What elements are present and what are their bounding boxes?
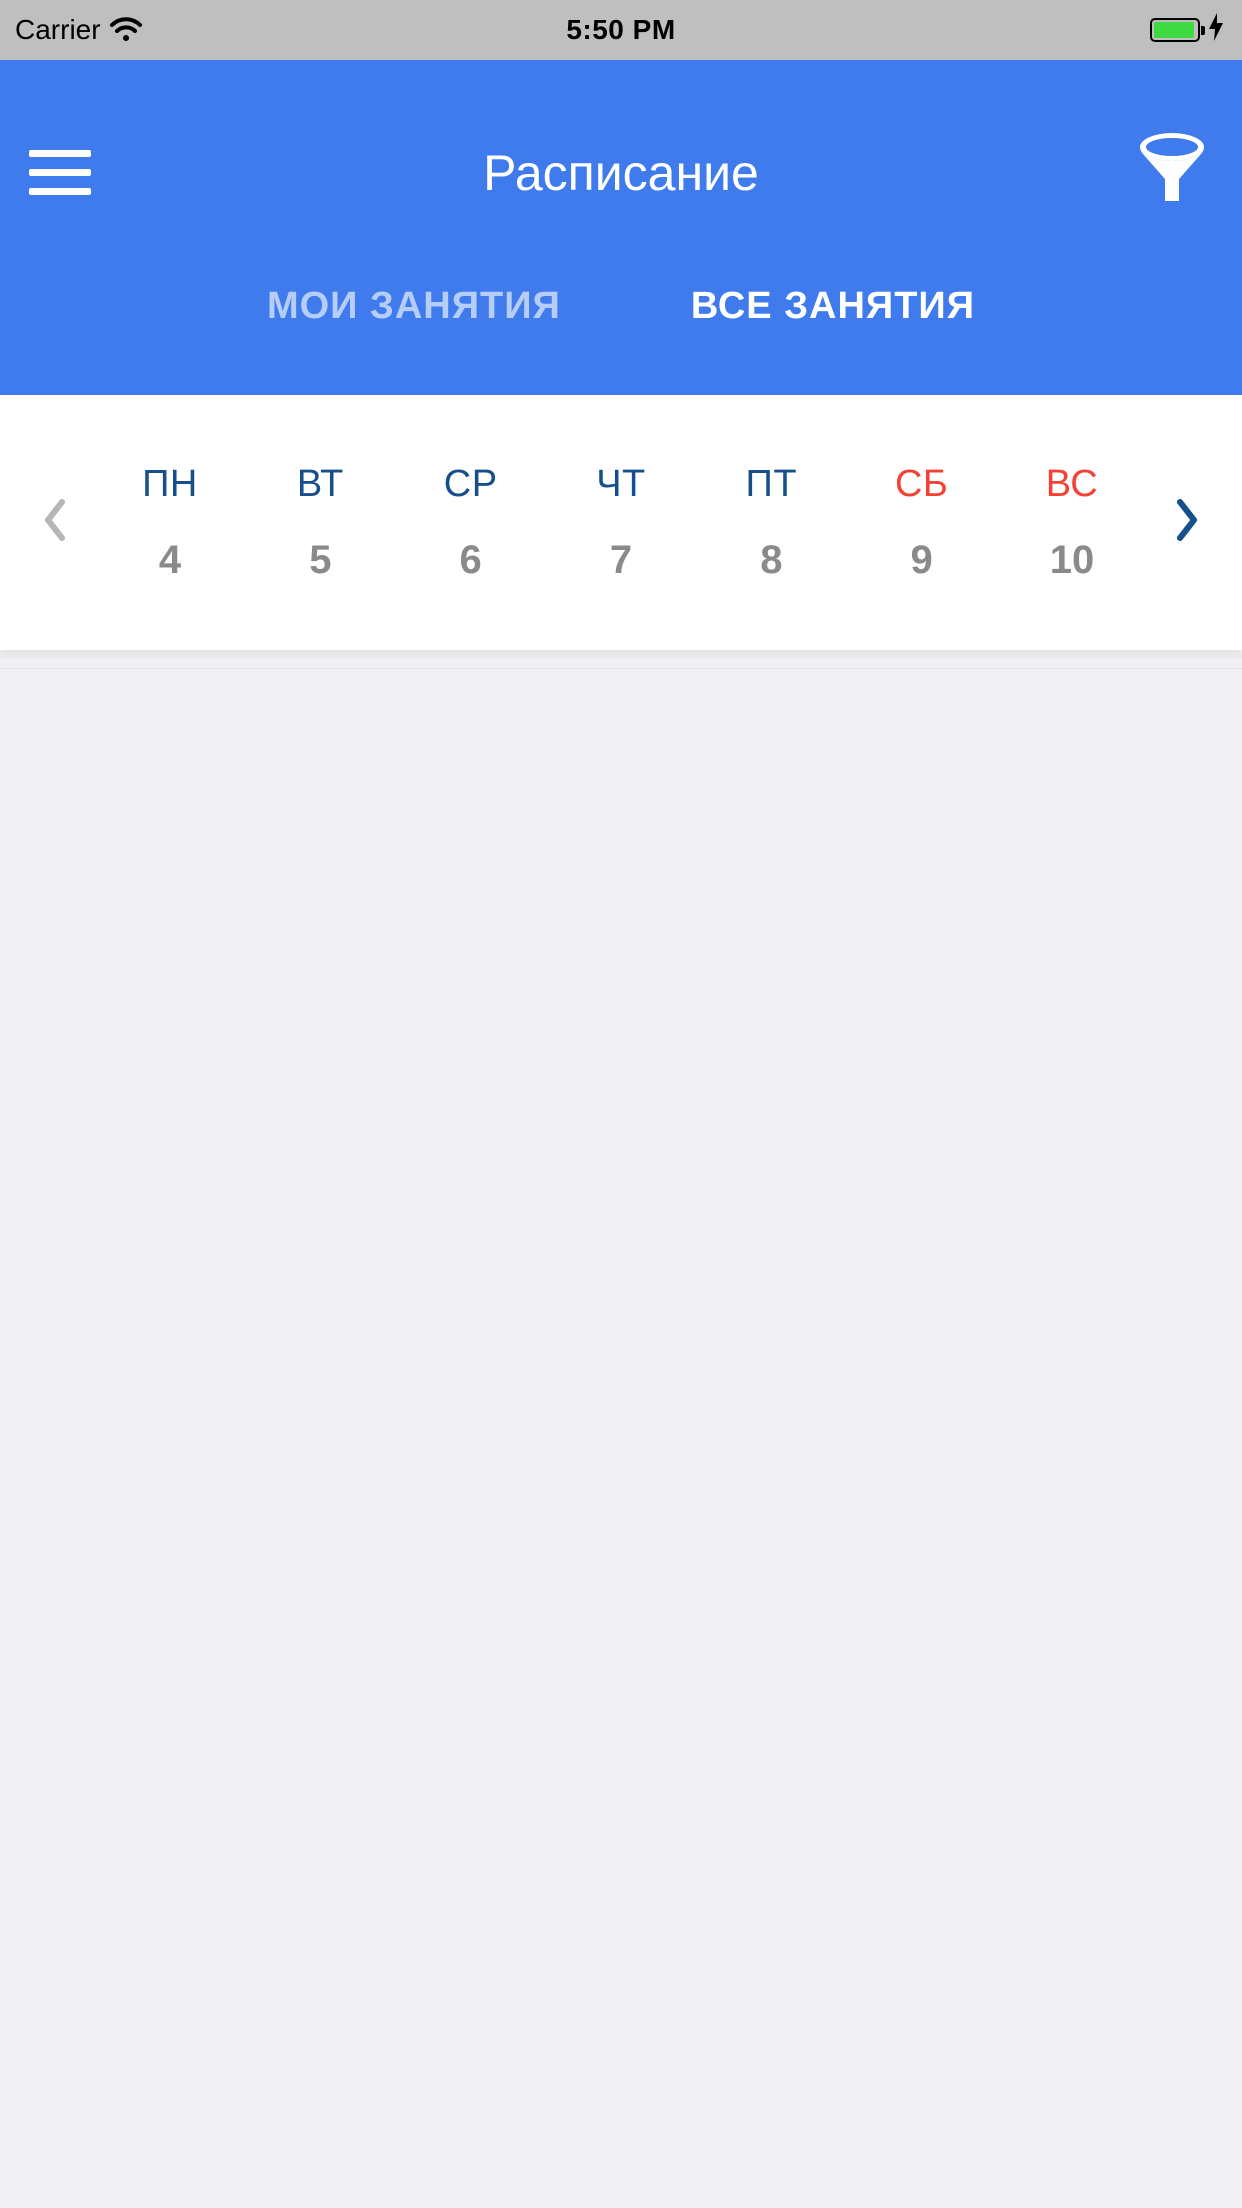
status-left: Carrier [15, 14, 143, 46]
day-col-sun[interactable]: ВС 10 [1022, 463, 1122, 583]
app-header: Расписание МОИ ЗАНЯТИЯ ВСЕ ЗАНЯТИЯ [0, 60, 1242, 395]
day-number: 7 [610, 538, 632, 583]
schedule-content[interactable] [0, 668, 1242, 2208]
day-col-fri[interactable]: ПТ 8 [721, 463, 821, 583]
chevron-right-icon [1174, 498, 1200, 547]
day-name: ПН [142, 463, 198, 506]
day-number: 10 [1050, 538, 1095, 583]
day-col-wed[interactable]: СР 6 [421, 463, 521, 583]
prev-week-button[interactable] [20, 498, 90, 547]
tabs: МОИ ЗАНЯТИЯ ВСЕ ЗАНЯТИЯ [0, 285, 1242, 395]
nav-row: Расписание [0, 60, 1242, 285]
day-name: ПТ [746, 463, 798, 506]
tab-my-classes[interactable]: МОИ ЗАНЯТИЯ [267, 285, 561, 328]
carrier-label: Carrier [15, 14, 101, 46]
menu-button[interactable] [30, 143, 90, 203]
day-number: 6 [460, 538, 482, 583]
day-number: 9 [911, 538, 933, 583]
filter-button[interactable] [1132, 133, 1212, 213]
battery-icon [1150, 18, 1200, 42]
day-col-sat[interactable]: СБ 9 [872, 463, 972, 583]
status-time: 5:50 PM [566, 14, 675, 46]
day-number: 8 [760, 538, 782, 583]
funnel-icon [1131, 129, 1213, 216]
day-name: СР [444, 463, 498, 506]
day-col-mon[interactable]: ПН 4 [120, 463, 220, 583]
day-name: ЧТ [596, 463, 646, 506]
chevron-left-icon [42, 498, 68, 547]
hamburger-icon [29, 150, 91, 196]
wifi-icon [109, 17, 143, 43]
day-col-tue[interactable]: ВТ 5 [270, 463, 370, 583]
day-name: СБ [895, 463, 948, 506]
week-strip: ПН 4 ВТ 5 СР 6 ЧТ 7 ПТ 8 СБ 9 ВС 10 [0, 395, 1242, 650]
next-week-button[interactable] [1152, 498, 1222, 547]
page-title: Расписание [483, 144, 759, 202]
day-number: 4 [159, 538, 181, 583]
status-right [1150, 13, 1224, 48]
day-name: ВС [1046, 463, 1099, 506]
day-number: 5 [309, 538, 331, 583]
charging-icon [1208, 13, 1224, 48]
day-name: ВТ [297, 463, 344, 506]
tab-all-classes[interactable]: ВСЕ ЗАНЯТИЯ [691, 285, 975, 328]
status-bar: Carrier 5:50 PM [0, 0, 1242, 60]
day-col-thu[interactable]: ЧТ 7 [571, 463, 671, 583]
days-container: ПН 4 ВТ 5 СР 6 ЧТ 7 ПТ 8 СБ 9 ВС 10 [90, 463, 1152, 583]
